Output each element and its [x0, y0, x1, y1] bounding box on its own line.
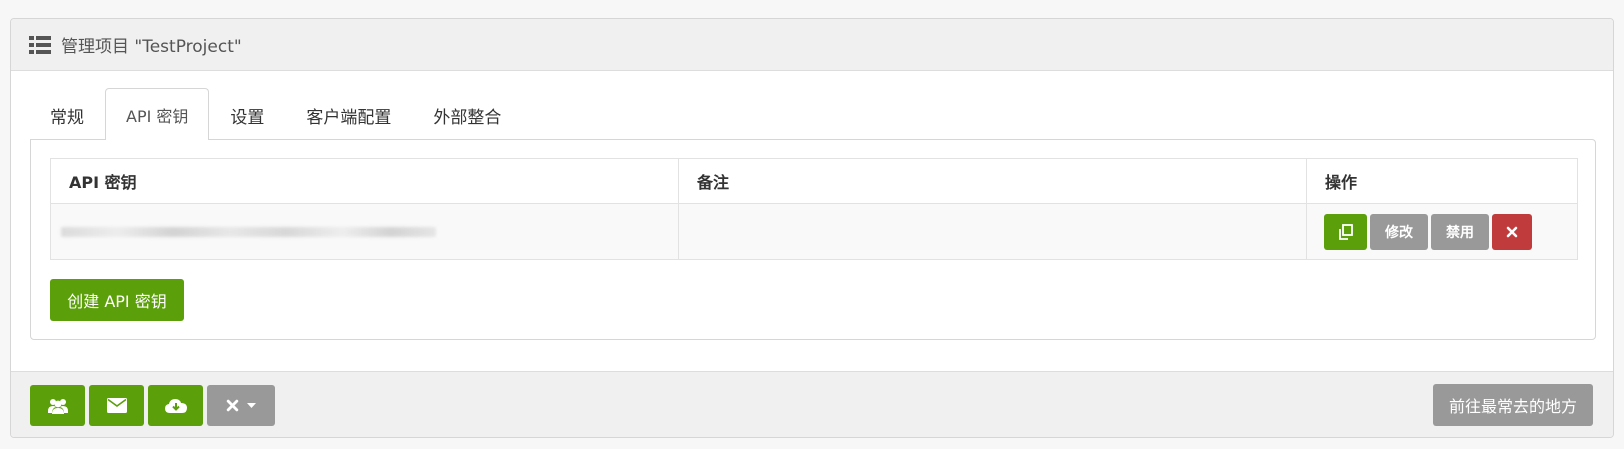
note-cell — [678, 203, 1307, 260]
project-panel: 管理项目 "TestProject" 常规 API 密钥 设置 客户端配置 外部… — [10, 18, 1614, 438]
copy-key-button[interactable] — [1324, 213, 1367, 250]
table-header-row: API 密钥 备注 操作 — [50, 158, 1578, 204]
list-icon — [29, 35, 51, 54]
redacted-api-key — [61, 227, 436, 237]
panel-footer: 前往最常去的地方 — [11, 371, 1613, 437]
panel-heading: 管理项目 "TestProject" — [11, 19, 1613, 71]
api-key-cell — [50, 203, 679, 260]
email-button[interactable] — [89, 385, 144, 426]
create-api-key-button[interactable]: 创建 API 密钥 — [50, 279, 184, 321]
column-header-actions: 操作 — [1306, 158, 1578, 204]
remove-dropdown-button[interactable] — [207, 385, 275, 426]
api-keys-table: API 密钥 备注 操作 修改 禁用 — [50, 158, 1578, 260]
close-icon — [1506, 226, 1518, 238]
table-row: 修改 禁用 — [50, 203, 1578, 260]
api-keys-tab-content: API 密钥 备注 操作 修改 禁用 创建 API 密钥 — [30, 139, 1596, 340]
footer-action-group — [30, 385, 275, 426]
actions-cell: 修改 禁用 — [1306, 203, 1578, 260]
page-title: 管理项目 "TestProject" — [61, 37, 242, 57]
tab-client-config[interactable]: 客户端配置 — [285, 89, 412, 140]
members-button[interactable] — [30, 385, 85, 426]
tab-api-keys[interactable]: API 密钥 — [105, 88, 210, 140]
copy-icon — [1338, 223, 1354, 240]
panel-body: 常规 API 密钥 设置 客户端配置 外部整合 API 密钥 备注 操作 修改 … — [11, 72, 1613, 372]
row-actions: 修改 禁用 — [1317, 213, 1567, 250]
column-header-api-key: API 密钥 — [50, 158, 679, 204]
delete-key-button[interactable] — [1492, 213, 1532, 250]
column-header-note: 备注 — [678, 158, 1307, 204]
cloud-download-icon — [164, 398, 187, 414]
chevron-down-icon — [247, 403, 256, 408]
disable-key-button[interactable]: 禁用 — [1431, 213, 1489, 250]
go-to-most-visited-button[interactable]: 前往最常去的地方 — [1432, 384, 1593, 426]
users-icon — [47, 397, 69, 415]
edit-key-button[interactable]: 修改 — [1370, 213, 1428, 250]
download-button[interactable] — [148, 385, 203, 426]
close-icon — [226, 399, 239, 412]
tab-bar: 常规 API 密钥 设置 客户端配置 外部整合 — [29, 88, 522, 140]
tab-settings[interactable]: 设置 — [209, 89, 285, 140]
tab-external-integration[interactable]: 外部整合 — [412, 89, 522, 140]
tab-general[interactable]: 常规 — [29, 89, 105, 140]
envelope-icon — [106, 398, 127, 413]
